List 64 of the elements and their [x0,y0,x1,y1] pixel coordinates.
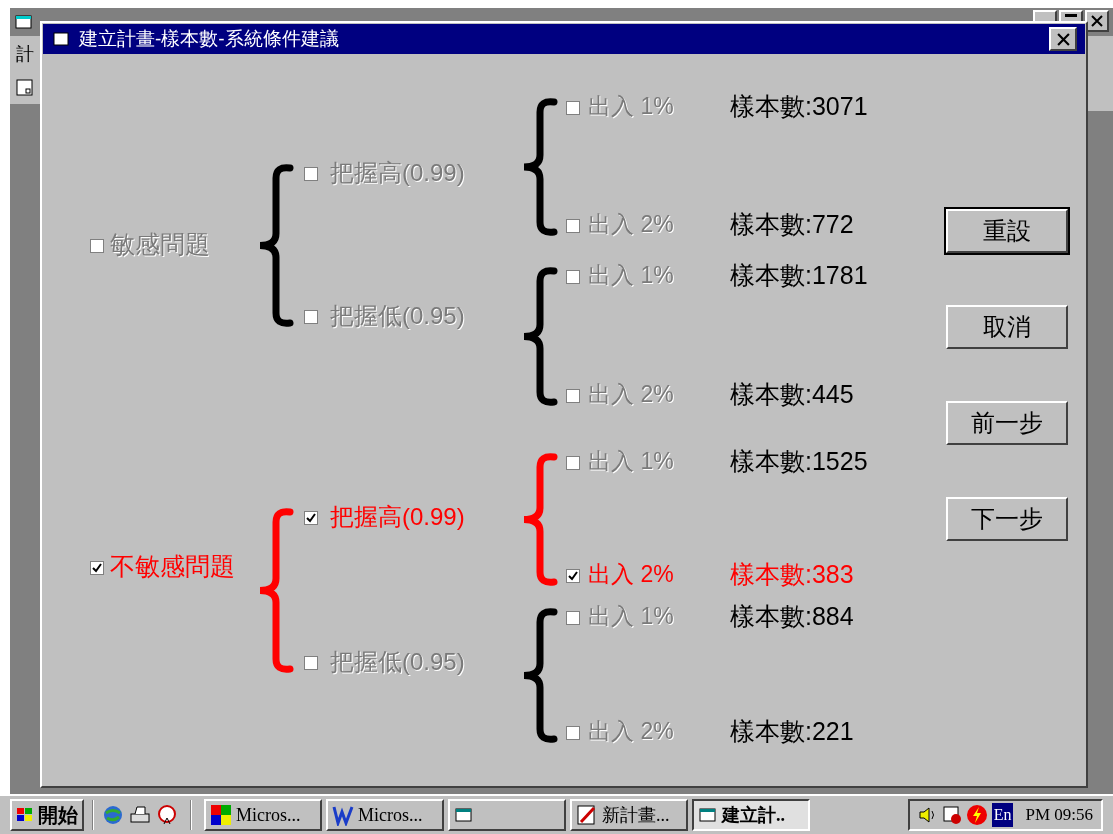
checkbox[interactable] [566,270,580,284]
close-button[interactable] [1085,10,1109,32]
sample-count: 樣本數:445 [730,382,854,407]
close-icon [1056,32,1070,46]
sample-count: 樣本數:383 [730,562,854,587]
tree-label: 出入 2% [588,720,674,743]
checkbox[interactable] [304,167,318,181]
checkbox[interactable] [566,456,580,470]
checkbox[interactable] [304,656,318,670]
sample-count: 樣本數:884 [730,604,854,629]
checkbox[interactable] [566,611,580,625]
tree-label: 出入 1% [588,95,674,118]
tree-label: 把握低(0.95) [330,650,465,674]
close-button[interactable] [1049,27,1077,51]
tree-label: 把握高(0.99) [330,161,465,185]
checkbox[interactable] [566,101,580,115]
dialog-button[interactable]: 前一步 [946,401,1068,445]
checkbox[interactable] [90,561,104,575]
tree-label: 出入 2% [588,213,674,236]
checkbox[interactable] [304,310,318,324]
tree-label: 出入 2% [588,563,674,586]
tree-label: 敏感問題 [110,232,210,257]
checkbox[interactable] [566,569,580,583]
document-icon[interactable] [15,78,35,98]
printer-icon[interactable] [128,804,152,826]
lightning-icon[interactable] [965,804,988,826]
dialog-button[interactable]: 下一步 [946,497,1068,541]
sample-count: 樣本數:3071 [730,94,868,119]
tree-label: 出入 1% [588,450,674,473]
windows-logo-icon [16,807,34,823]
pencil-icon [576,804,598,826]
checkbox[interactable] [304,511,318,525]
taskbar-button[interactable]: Micros... [326,799,444,831]
window-icon [698,806,718,824]
window-icon [454,806,474,824]
sample-count: 樣本數:221 [730,719,854,744]
start-button[interactable]: 開始 [10,799,84,831]
dialog-button[interactable]: 重設 [946,209,1068,253]
window-icon [51,30,71,48]
dialog-button[interactable]: 取消 [946,305,1068,349]
sample-count: 樣本數:1781 [730,263,868,288]
checkbox[interactable] [566,389,580,403]
tree-label: 出入 1% [588,264,674,287]
checkbox[interactable] [90,239,104,253]
taskbar-button[interactable]: 建立計.. [692,799,810,831]
checkbox[interactable] [566,219,580,233]
taskbar-button[interactable]: Micros... [204,799,322,831]
tree-label: 把握高(0.99) [330,505,465,529]
language-indicator[interactable]: En [991,803,1014,827]
close-icon [1091,15,1103,27]
checkbox[interactable] [566,726,580,740]
tree-label: 不敏感問題 [110,554,235,579]
puzzle-icon [210,804,232,826]
tree-label: 出入 2% [588,383,674,406]
document-icon [332,804,354,826]
window-title: 建立計畫-樣本數-系統條件建議 [79,26,339,51]
tree-label: 把握低(0.95) [330,304,465,328]
sample-count: 樣本數:772 [730,212,854,237]
taskbar-button[interactable]: 新計畫... [570,799,688,831]
window-icon [14,13,34,31]
sample-count: 樣本數:1525 [730,449,868,474]
clock: PM 09:56 [1025,804,1093,827]
taskbar-button[interactable] [448,799,566,831]
tree-label: 出入 1% [588,605,674,628]
